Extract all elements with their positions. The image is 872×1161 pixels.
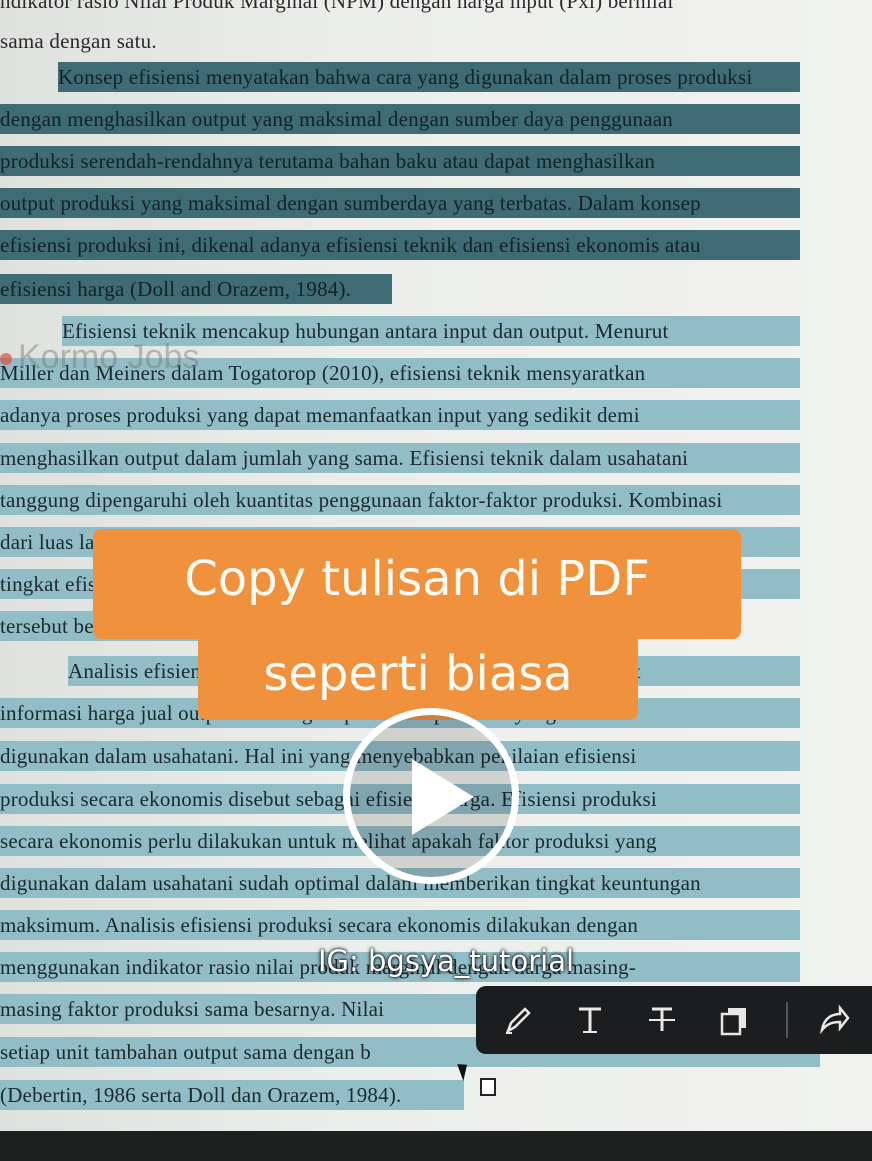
caption-line-1: Copy tulisan di PDF <box>93 529 741 639</box>
document-line: efisiensi harga (Doll and Orazem, 1984). <box>0 274 392 304</box>
watermark-logo-icon <box>0 353 12 366</box>
pen-icon[interactable] <box>498 1000 538 1040</box>
document-line: adanya proses produksi yang dapat memanf… <box>0 400 800 430</box>
caption-line-2: seperti biasa <box>198 634 638 720</box>
document-line: dengan menghasilkan output yang maksimal… <box>0 104 800 134</box>
document-line: (Debertin, 1986 serta Doll dan Orazem, 1… <box>0 1080 464 1110</box>
document-line: output produksi yang maksimal dengan sum… <box>0 188 800 218</box>
toolbar-divider <box>786 1002 788 1038</box>
watermark-text: Kormo Jobs <box>18 338 200 376</box>
instagram-credit: IG: bgsya_tutorial <box>318 944 575 978</box>
document-line: produksi serendah-rendahnya terutama bah… <box>0 146 800 176</box>
copy-icon[interactable] <box>714 1000 754 1040</box>
document-line: Konsep efisiensi menyatakan bahwa cara y… <box>58 62 800 92</box>
document-line: maksimum. Analisis efisiensi produksi se… <box>0 910 800 940</box>
document-cursor-icon <box>480 1078 496 1096</box>
text-icon[interactable] <box>570 1000 610 1040</box>
strikethrough-icon[interactable] <box>642 1000 682 1040</box>
share-icon[interactable] <box>814 1000 854 1040</box>
document-line: tanggung dipengaruhi oleh kuantitas peng… <box>0 485 800 515</box>
document-line: menghasilkan output dalam jumlah yang sa… <box>0 443 800 473</box>
document-line: ndikator rasio Nilai Produk Marginal (NP… <box>0 0 674 13</box>
play-button[interactable] <box>343 708 519 884</box>
annotation-toolbar <box>476 986 872 1054</box>
play-icon <box>412 759 474 835</box>
bottom-bar <box>0 1131 872 1161</box>
kormo-jobs-watermark: Kormo Jobs <box>0 338 199 377</box>
document-line: efisiensi produksi ini, dikenal adanya e… <box>0 230 800 260</box>
document-line: sama dengan satu. <box>0 29 157 53</box>
